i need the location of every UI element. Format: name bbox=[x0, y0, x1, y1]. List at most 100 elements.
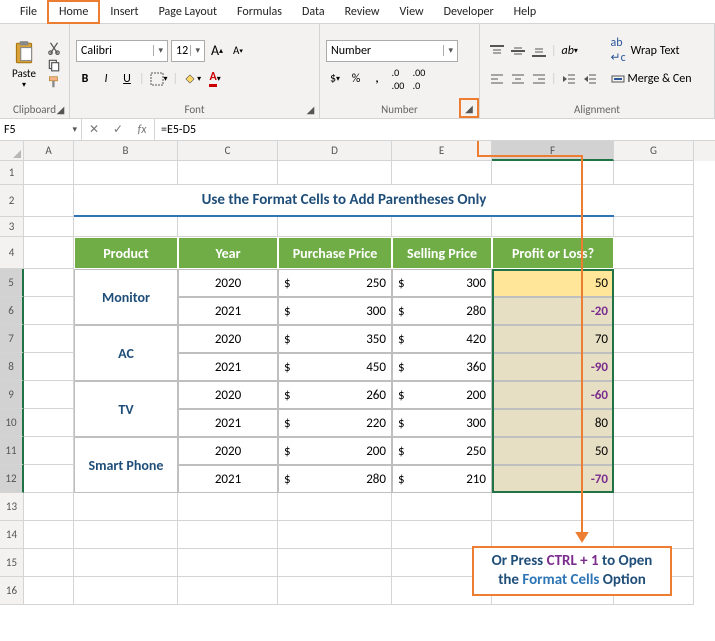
formula-cancel-button[interactable]: ✕ bbox=[82, 119, 106, 140]
rowhead-4[interactable]: 4 bbox=[0, 237, 24, 269]
cell-D5[interactable]: $250 bbox=[278, 269, 392, 297]
rowhead-14[interactable]: 14 bbox=[0, 521, 24, 549]
cell-A8[interactable] bbox=[24, 353, 74, 381]
cell-E7[interactable]: $420 bbox=[392, 325, 492, 353]
cell-D13[interactable] bbox=[278, 493, 392, 521]
cell-C7[interactable]: 2020 bbox=[178, 325, 278, 353]
cell-C4[interactable]: Year bbox=[178, 237, 278, 269]
cell-G14[interactable] bbox=[614, 521, 694, 549]
cell-D4[interactable]: Purchase Price bbox=[278, 237, 392, 269]
cell-A15[interactable] bbox=[24, 549, 74, 577]
clipboard-launcher[interactable]: ◢ bbox=[54, 103, 67, 116]
cell-B2[interactable]: Use the Format Cells to Add Parentheses … bbox=[74, 185, 614, 217]
cell-G12[interactable] bbox=[614, 465, 694, 493]
cell-F7[interactable]: 70 bbox=[492, 325, 614, 353]
rowhead-1[interactable]: 1 bbox=[0, 161, 24, 185]
cell-C11[interactable]: 2020 bbox=[178, 437, 278, 465]
cell-D14[interactable] bbox=[278, 521, 392, 549]
borders-button[interactable]: ▾ bbox=[148, 68, 170, 90]
menu-page-layout[interactable]: Page Layout bbox=[149, 2, 227, 22]
name-box[interactable]: F5▾ bbox=[0, 119, 82, 140]
merge-center-button[interactable]: Merge & Cen bbox=[611, 67, 692, 91]
cell-F10[interactable]: 80 bbox=[492, 409, 614, 437]
cell-F4[interactable]: Profit or Loss? bbox=[492, 237, 614, 269]
cell-D1[interactable] bbox=[278, 161, 392, 185]
cell-B1[interactable] bbox=[74, 161, 178, 185]
decrease-font-button[interactable]: A▾ bbox=[229, 40, 247, 62]
cell-G8[interactable] bbox=[614, 353, 694, 381]
cell-D15[interactable] bbox=[278, 549, 392, 577]
cell-B14[interactable] bbox=[74, 521, 178, 549]
bold-button[interactable]: B bbox=[76, 68, 94, 90]
cell-B9[interactable]: TV bbox=[74, 381, 178, 437]
format-painter-button[interactable] bbox=[46, 74, 62, 90]
increase-decimal-button[interactable]: .0.00 bbox=[389, 68, 407, 90]
cell-A7[interactable] bbox=[24, 325, 74, 353]
colhead-a[interactable]: A bbox=[24, 141, 74, 161]
colhead-g[interactable]: G bbox=[614, 141, 694, 161]
formula-enter-button[interactable]: ✓ bbox=[106, 119, 130, 140]
cell-F13[interactable] bbox=[492, 493, 614, 521]
cell-E8[interactable]: $360 bbox=[392, 353, 492, 381]
orientation-button[interactable]: ab▾ bbox=[560, 40, 580, 62]
colhead-b[interactable]: B bbox=[74, 141, 178, 161]
cell-G5[interactable] bbox=[614, 269, 694, 297]
cell-D12[interactable]: $280 bbox=[278, 465, 392, 493]
decrease-decimal-button[interactable]: .00.0 bbox=[410, 68, 428, 90]
cell-E14[interactable] bbox=[392, 521, 492, 549]
cell-G4[interactable] bbox=[614, 237, 694, 269]
colhead-f[interactable]: F bbox=[492, 141, 614, 161]
cell-A14[interactable] bbox=[24, 521, 74, 549]
rowhead-2[interactable]: 2 bbox=[0, 185, 24, 217]
cell-F14[interactable] bbox=[492, 521, 614, 549]
italic-button[interactable]: I bbox=[97, 68, 115, 90]
cell-F5[interactable]: 50 bbox=[492, 269, 614, 297]
cell-B15[interactable] bbox=[74, 549, 178, 577]
cell-E6[interactable]: $280 bbox=[392, 297, 492, 325]
rowhead-7[interactable]: 7 bbox=[0, 325, 24, 353]
cell-C1[interactable] bbox=[178, 161, 278, 185]
align-middle-button[interactable] bbox=[509, 40, 527, 62]
font-name-combo[interactable]: Calibri▾ bbox=[76, 40, 168, 62]
cell-C5[interactable]: 2020 bbox=[178, 269, 278, 297]
decrease-indent-button[interactable] bbox=[560, 68, 578, 90]
font-color-button[interactable]: A▾ bbox=[206, 68, 224, 90]
cell-A12[interactable] bbox=[24, 465, 74, 493]
menu-data[interactable]: Data bbox=[292, 2, 335, 22]
cell-E12[interactable]: $210 bbox=[392, 465, 492, 493]
cell-F3[interactable] bbox=[492, 217, 614, 237]
cell-A13[interactable] bbox=[24, 493, 74, 521]
increase-font-button[interactable]: A▴ bbox=[208, 40, 226, 62]
cell-G7[interactable] bbox=[614, 325, 694, 353]
cell-A3[interactable] bbox=[24, 217, 74, 237]
accounting-format-button[interactable]: $▾ bbox=[326, 68, 344, 90]
cell-G11[interactable] bbox=[614, 437, 694, 465]
cell-G1[interactable] bbox=[614, 161, 694, 185]
rowhead-8[interactable]: 8 bbox=[0, 353, 24, 381]
menu-help[interactable]: Help bbox=[504, 2, 547, 22]
comma-format-button[interactable]: , bbox=[368, 68, 386, 90]
menu-file[interactable]: File bbox=[10, 2, 47, 22]
cell-F11[interactable]: 50 bbox=[492, 437, 614, 465]
cell-D11[interactable]: $200 bbox=[278, 437, 392, 465]
cell-C13[interactable] bbox=[178, 493, 278, 521]
cell-D10[interactable]: $220 bbox=[278, 409, 392, 437]
cell-F12[interactable]: -70 bbox=[492, 465, 614, 493]
formula-input[interactable]: =E5-D5 bbox=[155, 119, 715, 140]
cell-B3[interactable] bbox=[74, 217, 178, 237]
cell-A9[interactable] bbox=[24, 381, 74, 409]
cell-C3[interactable] bbox=[178, 217, 278, 237]
cell-E10[interactable]: $300 bbox=[392, 409, 492, 437]
rowhead-12[interactable]: 12 bbox=[0, 465, 24, 493]
cell-E11[interactable]: $250 bbox=[392, 437, 492, 465]
cell-C14[interactable] bbox=[178, 521, 278, 549]
align-right-button[interactable] bbox=[530, 68, 548, 90]
cell-E9[interactable]: $200 bbox=[392, 381, 492, 409]
cell-C6[interactable]: 2021 bbox=[178, 297, 278, 325]
cell-C15[interactable] bbox=[178, 549, 278, 577]
rowhead-16[interactable]: 16 bbox=[0, 577, 24, 605]
menu-home[interactable]: Home bbox=[47, 0, 100, 24]
cell-A16[interactable] bbox=[24, 577, 74, 605]
fill-color-button[interactable]: ▾ bbox=[181, 68, 203, 90]
cell-D16[interactable] bbox=[278, 577, 392, 605]
